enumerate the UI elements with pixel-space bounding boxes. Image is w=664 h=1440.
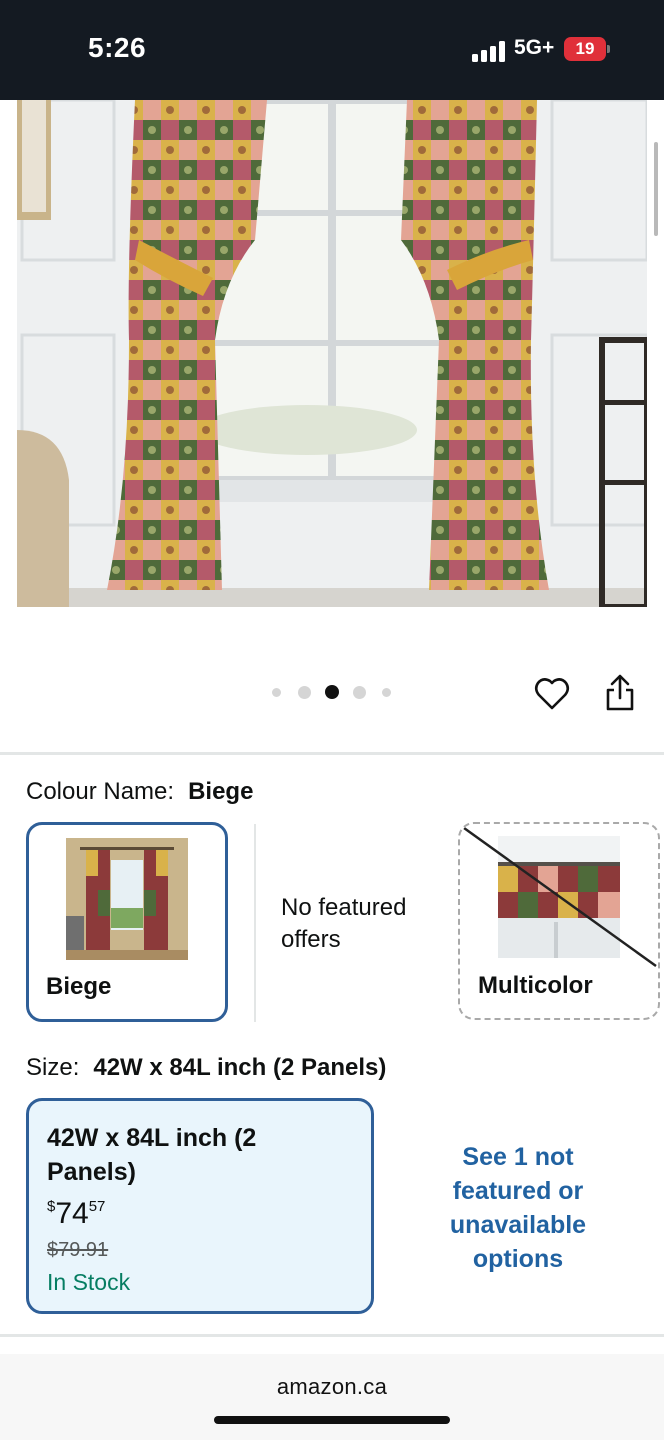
carousel-dot[interactable] bbox=[382, 688, 391, 697]
carousel-dot-active[interactable] bbox=[325, 685, 339, 699]
carousel-dot[interactable] bbox=[272, 688, 281, 697]
colour-value: Biege bbox=[188, 778, 254, 805]
swatch-label: Multicolor bbox=[478, 972, 593, 999]
carousel-dot[interactable] bbox=[298, 686, 311, 699]
carousel-dot[interactable] bbox=[353, 686, 366, 699]
share-icon[interactable] bbox=[604, 674, 636, 712]
list-price: $79.91 bbox=[47, 1239, 109, 1261]
status-time: 5:26 bbox=[88, 32, 147, 63]
no-featured-offers: No featured offers bbox=[281, 894, 407, 953]
colour-option-multicolor[interactable]: Multicolor bbox=[458, 822, 660, 1020]
home-indicator[interactable] bbox=[214, 1416, 450, 1424]
price-whole: 74 bbox=[55, 1197, 89, 1230]
swatch-label: Biege bbox=[46, 973, 112, 1000]
swatch-separator bbox=[254, 824, 256, 1022]
stock-status: In Stock bbox=[47, 1269, 131, 1295]
product-image[interactable] bbox=[17, 100, 647, 607]
battery-icon: 19 bbox=[564, 37, 610, 61]
price-cents: 57 bbox=[88, 1198, 106, 1215]
browser-bottom-bar: amazon.ca bbox=[0, 1354, 664, 1440]
status-bar: 5:26 5G+ 19 bbox=[0, 0, 664, 100]
size-value: 42W x 84L inch (2 Panels) bbox=[93, 1054, 387, 1081]
network-label: 5G+ bbox=[514, 36, 555, 59]
colour-name-row: Colour Name: Biege bbox=[26, 778, 253, 806]
size-label: Size: bbox=[26, 1054, 80, 1081]
colour-label: Colour Name: bbox=[26, 778, 175, 805]
section-divider bbox=[0, 1334, 664, 1337]
price: $7457 bbox=[47, 1197, 105, 1231]
size-row: Size: 42W x 84L inch (2 Panels) bbox=[26, 1054, 386, 1082]
swatch-image bbox=[66, 838, 188, 960]
url-domain[interactable]: amazon.ca bbox=[0, 1374, 664, 1400]
scroll-indicator[interactable] bbox=[654, 142, 658, 236]
see-more-options-link[interactable]: See 1 not featured or unavailable option… bbox=[432, 1140, 604, 1276]
colour-option-biege[interactable]: Biege bbox=[26, 822, 228, 1022]
battery-level: 19 bbox=[564, 37, 606, 61]
signal-icon bbox=[472, 40, 506, 62]
size-option-card[interactable]: 42W x 84L inch (2 Panels) $7457 $79.91 I… bbox=[26, 1098, 374, 1314]
wishlist-heart-icon[interactable] bbox=[534, 676, 570, 712]
section-divider bbox=[0, 752, 664, 755]
size-option-name: 42W x 84L inch (2 Panels) bbox=[47, 1124, 257, 1186]
